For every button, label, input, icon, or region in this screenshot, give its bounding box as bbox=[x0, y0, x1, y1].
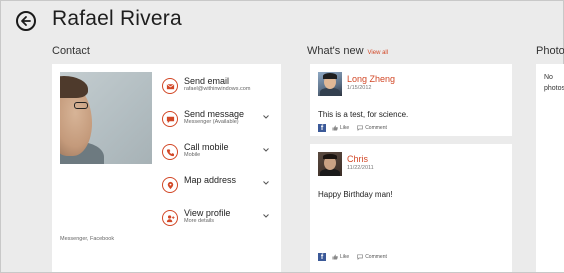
mail-icon bbox=[162, 78, 178, 94]
feed-post: Long Zheng 1/15/2012 This is a test, for… bbox=[310, 64, 512, 136]
person-icon bbox=[162, 210, 178, 226]
people-app-window: Rafael Rivera Contact Messenger, Faceboo… bbox=[0, 0, 564, 273]
photos-card: No photos bbox=[536, 64, 564, 272]
comment-icon bbox=[357, 253, 364, 260]
thumbs-up-icon bbox=[332, 125, 338, 130]
like-button[interactable]: Like bbox=[332, 125, 349, 131]
chevron-down-icon[interactable] bbox=[262, 113, 270, 121]
phone-icon bbox=[162, 144, 178, 160]
like-label: Like bbox=[340, 124, 350, 131]
view-profile-sub: More details bbox=[184, 218, 214, 224]
send-email-label: Send email bbox=[184, 76, 230, 86]
map-address-label: Map address bbox=[184, 175, 237, 185]
call-mobile-action[interactable]: Call mobile Mobile bbox=[162, 142, 274, 175]
contact-card: Messenger, Facebook Send email rafael@wi… bbox=[52, 64, 281, 272]
thumbs-up-icon bbox=[332, 254, 338, 259]
send-message-sub: Messenger (Available) bbox=[184, 119, 239, 125]
post-footer: f Like Comment bbox=[318, 252, 395, 261]
view-profile-action[interactable]: View profile More details bbox=[162, 208, 274, 241]
comment-icon bbox=[357, 124, 364, 131]
like-button[interactable]: Like bbox=[332, 254, 349, 260]
call-mobile-label: Call mobile bbox=[184, 142, 229, 152]
send-email-sub: rafael@withinwindows.com bbox=[184, 86, 251, 92]
post-footer: f Like Comment bbox=[318, 123, 395, 132]
whats-new-title: What's new bbox=[307, 45, 364, 57]
contact-photo bbox=[60, 72, 152, 164]
chevron-down-icon[interactable] bbox=[262, 179, 270, 187]
avatar[interactable] bbox=[318, 152, 342, 176]
page-title: Rafael Rivera bbox=[52, 7, 182, 30]
post-date: 11/22/2011 bbox=[347, 165, 374, 171]
send-message-action[interactable]: Send message Messenger (Available) bbox=[162, 109, 274, 142]
like-label: Like bbox=[340, 253, 350, 260]
photos-empty-text: No photos bbox=[544, 74, 564, 92]
contact-actions: Send email rafael@withinwindows.com Send… bbox=[162, 76, 274, 241]
post-text: Happy Birthday man! bbox=[318, 190, 393, 199]
comment-label: Comment bbox=[365, 124, 387, 131]
post-date: 1/15/2012 bbox=[347, 85, 372, 91]
feed-post: Chris 11/22/2011 Happy Birthday man! f L… bbox=[310, 144, 512, 272]
contact-heading: Contact bbox=[52, 45, 90, 57]
view-all-link[interactable]: View all bbox=[368, 50, 389, 56]
map-address-action[interactable]: Map address bbox=[162, 175, 274, 208]
chevron-down-icon[interactable] bbox=[262, 212, 270, 220]
back-arrow-icon bbox=[21, 16, 31, 26]
photo-caption: Messenger, Facebook bbox=[60, 236, 115, 242]
back-button[interactable] bbox=[16, 11, 36, 31]
send-email-action[interactable]: Send email rafael@withinwindows.com bbox=[162, 76, 274, 109]
post-author[interactable]: Long Zheng bbox=[347, 74, 395, 84]
comment-button[interactable]: Comment bbox=[357, 125, 387, 131]
post-author[interactable]: Chris bbox=[347, 154, 368, 164]
comment-button[interactable]: Comment bbox=[357, 254, 387, 260]
whats-new-heading: What's new View all bbox=[307, 45, 388, 57]
send-message-label: Send message bbox=[184, 109, 245, 119]
photos-heading: Photos bbox=[536, 45, 564, 57]
post-text: This is a test, for science. bbox=[318, 110, 409, 119]
facebook-icon: f bbox=[318, 123, 326, 132]
call-mobile-sub: Mobile bbox=[184, 152, 201, 158]
comment-label: Comment bbox=[365, 253, 387, 260]
chevron-down-icon[interactable] bbox=[262, 146, 270, 154]
map-pin-icon bbox=[162, 177, 178, 193]
avatar[interactable] bbox=[318, 72, 342, 96]
chat-icon bbox=[162, 111, 178, 127]
view-profile-label: View profile bbox=[184, 208, 231, 218]
facebook-icon: f bbox=[318, 252, 326, 261]
